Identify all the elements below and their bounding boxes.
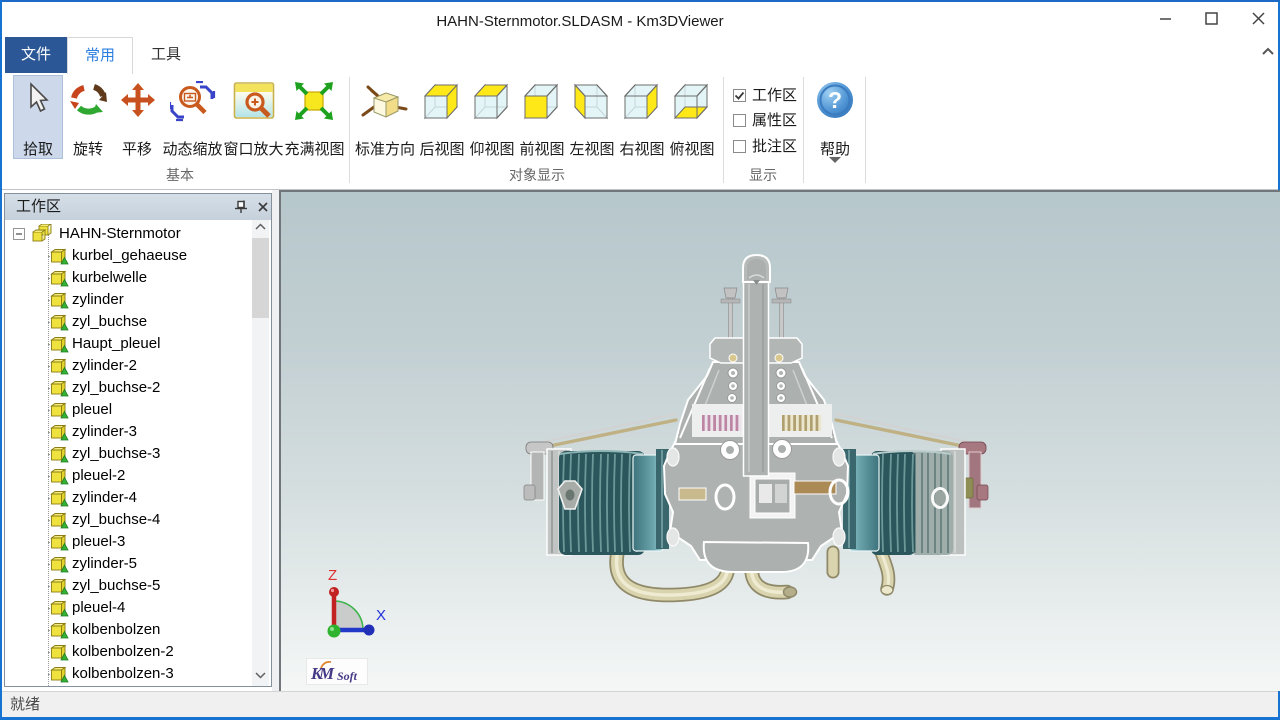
svg-text:X: X bbox=[376, 607, 386, 624]
svg-text:Soft: Soft bbox=[337, 669, 358, 683]
svg-text:?: ? bbox=[828, 87, 842, 113]
svg-text:M: M bbox=[318, 664, 335, 683]
svg-text:Z: Z bbox=[328, 567, 337, 584]
